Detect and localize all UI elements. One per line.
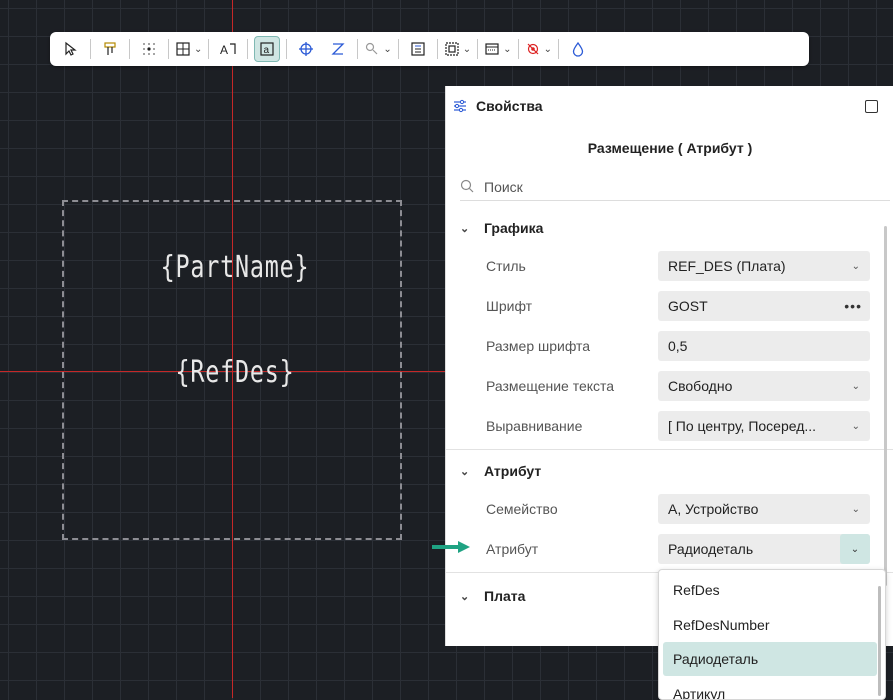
layers-icon[interactable]: ⌄: [484, 36, 512, 62]
section-attribute[interactable]: ⌄ Атрибут: [460, 463, 541, 479]
chevron-down-icon: ⌄: [460, 590, 470, 603]
dropdown-option-radiodetal[interactable]: Радиодеталь: [663, 642, 877, 676]
part-name-attribute[interactable]: {PartName}: [106, 250, 363, 285]
dropdown-option-refdes[interactable]: RefDes: [663, 573, 877, 607]
family-value: А, Устройство: [668, 501, 759, 517]
properties-icon: [452, 98, 468, 114]
search-icon: [460, 179, 484, 196]
separator: [90, 39, 91, 59]
chevron-down-icon: ⌄: [383, 43, 392, 55]
chevron-down-icon[interactable]: ⌄: [840, 534, 870, 564]
svg-text:A: A: [220, 43, 228, 57]
property-row-attribute: Атрибут Радиодеталь ⌄: [486, 532, 884, 566]
search-field[interactable]: Поиск: [460, 174, 890, 201]
ref-des-attribute[interactable]: {RefDes}: [106, 355, 363, 390]
property-label: Семейство: [486, 501, 558, 517]
chevron-down-icon: ⌄: [194, 43, 203, 55]
panel-header: Свойства: [446, 86, 893, 126]
list-icon[interactable]: [405, 36, 431, 62]
chevron-down-icon: ⌄: [851, 260, 860, 272]
section-attribute-label: Атрибут: [484, 463, 542, 479]
chevron-down-icon: ⌄: [851, 420, 860, 432]
arrow-head: [458, 541, 470, 553]
pointer-arrow-icon: [432, 541, 472, 553]
wire-icon[interactable]: [325, 36, 351, 62]
properties-panel: Свойства Размещение ( Атрибут ) Поиск ⌄ …: [445, 86, 893, 646]
property-row-family: Семейство А, Устройство ⌄: [486, 492, 884, 526]
attribute-value: Радиодеталь: [668, 541, 754, 557]
frame-icon[interactable]: ⌄: [444, 36, 471, 62]
attribute-icon[interactable]: a: [254, 36, 281, 62]
font-value: GOST: [668, 298, 708, 314]
font-size-value: 0,5: [668, 338, 688, 354]
property-label: Размещение текста: [486, 378, 615, 394]
chevron-down-icon: ⌄: [543, 43, 552, 55]
section-graphics-label: Графика: [484, 220, 544, 236]
family-select[interactable]: А, Устройство ⌄: [658, 494, 870, 524]
separator: [517, 39, 519, 59]
font-field[interactable]: GOST •••: [658, 291, 870, 321]
svg-text:a: a: [264, 45, 270, 56]
property-label: Выравнивание: [486, 418, 583, 434]
origin-icon[interactable]: [293, 36, 319, 62]
arrow-shaft: [432, 545, 460, 549]
style-value: REF_DES (Плата): [668, 258, 786, 274]
text-icon[interactable]: A: [215, 36, 241, 62]
more-icon[interactable]: •••: [844, 298, 862, 314]
dropdown-option-refdesnumber[interactable]: RefDesNumber: [663, 608, 877, 642]
property-row-alignment: Выравнивание [ По центру, Посеред... ⌄: [486, 409, 884, 443]
fill-icon[interactable]: [565, 36, 591, 62]
chevron-down-icon: ⌄: [460, 222, 470, 235]
font-size-input[interactable]: 0,5: [658, 331, 870, 361]
separator: [477, 39, 479, 59]
property-label: Размер шрифта: [486, 338, 591, 354]
separator: [357, 39, 359, 59]
toolbar: ⌄ A a ⌄ ⌄ ⌄ ⌄: [50, 32, 809, 66]
chevron-down-icon: ⌄: [462, 43, 472, 55]
search-placeholder: Поиск: [484, 179, 523, 195]
property-label: Атрибут: [486, 541, 539, 557]
property-row-font-size: Размер шрифта 0,5: [486, 329, 884, 363]
snap-grid-icon[interactable]: [136, 36, 162, 62]
section-board[interactable]: ⌄ Плата: [460, 588, 525, 604]
property-row-font: Шрифт GOST •••: [486, 289, 884, 323]
dropdown-scrollbar[interactable]: [878, 586, 881, 696]
chevron-down-icon: ⌄: [503, 43, 512, 55]
scrollbar[interactable]: [884, 226, 887, 586]
style-select[interactable]: REF_DES (Плата) ⌄: [658, 251, 870, 281]
separator: [557, 39, 559, 59]
attribute-select[interactable]: Радиодеталь ⌄: [658, 534, 870, 564]
text-placement-value: Свободно: [668, 378, 733, 394]
property-label: Шрифт: [486, 298, 533, 314]
section-board-label: Плата: [484, 588, 526, 604]
property-row-text-placement: Размещение текста Свободно ⌄: [486, 369, 884, 403]
separator: [168, 39, 169, 59]
zoom-icon[interactable]: ⌄: [364, 36, 392, 62]
alignment-value: [ По центру, Посеред...: [668, 418, 817, 434]
chevron-down-icon: ⌄: [851, 503, 860, 515]
maximize-icon[interactable]: [865, 100, 878, 113]
grid-icon[interactable]: ⌄: [175, 36, 202, 62]
attribute-dropdown: RefDes RefDesNumber Радиодеталь Артикул: [658, 569, 886, 700]
divider: [446, 449, 893, 450]
separator: [208, 39, 210, 59]
panel-subtitle: Размещение ( Атрибут ): [587, 140, 753, 156]
section-graphics[interactable]: ⌄ Графика: [460, 220, 543, 236]
text-placement-select[interactable]: Свободно ⌄: [658, 371, 870, 401]
chevron-down-icon: ⌄: [460, 465, 470, 478]
select-arrow-icon[interactable]: [58, 36, 84, 62]
alignment-select[interactable]: [ По центру, Посеред... ⌄: [658, 411, 870, 441]
separator: [129, 39, 130, 59]
panel-title: Свойства: [476, 98, 543, 114]
dropdown-option-artikul[interactable]: Артикул: [663, 677, 877, 699]
chevron-down-icon: ⌄: [851, 380, 860, 392]
separator: [286, 39, 288, 59]
property-label: Стиль: [486, 258, 526, 274]
separator: [436, 39, 438, 59]
pin-icon[interactable]: [97, 36, 123, 62]
property-row-style: Стиль REF_DES (Плата) ⌄: [486, 249, 884, 283]
separator: [247, 39, 249, 59]
separator: [397, 39, 399, 59]
visibility-icon[interactable]: ⌄: [525, 36, 552, 62]
